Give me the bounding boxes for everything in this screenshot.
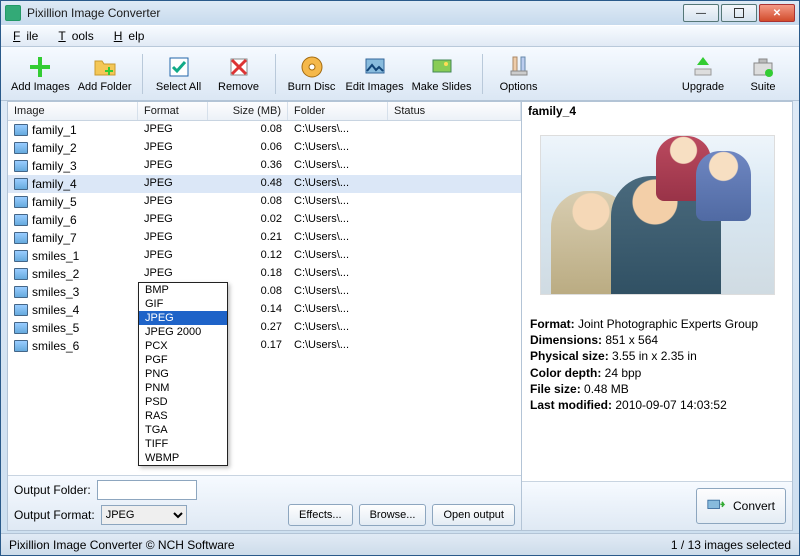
- upgrade-button[interactable]: Upgrade: [673, 50, 733, 98]
- remove-icon: [227, 55, 251, 79]
- make-slides-button[interactable]: Make Slides: [408, 50, 476, 98]
- minimize-button[interactable]: [683, 4, 719, 22]
- preview-info: Format: Joint Photographic Experts Group…: [522, 310, 792, 417]
- format-option[interactable]: TIFF: [139, 437, 227, 451]
- thumb-icon: [14, 232, 28, 244]
- output-folder-label: Output Folder:: [14, 483, 91, 497]
- table-row[interactable]: family_3JPEG0.36C:\Users\...: [8, 157, 521, 175]
- format-option[interactable]: PNM: [139, 381, 227, 395]
- table-row[interactable]: smiles_40.14C:\Users\...: [8, 301, 521, 319]
- col-status[interactable]: Status: [388, 102, 521, 120]
- preview-image: [522, 120, 792, 310]
- table-row[interactable]: family_5JPEG0.08C:\Users\...: [8, 193, 521, 211]
- format-option[interactable]: JPEG 2000: [139, 325, 227, 339]
- format-option[interactable]: PGF: [139, 353, 227, 367]
- format-dropdown-list[interactable]: BMPGIFJPEGJPEG 2000PCXPGFPNGPNMPSDRASTGA…: [138, 282, 228, 466]
- thumb-icon: [14, 214, 28, 226]
- format-option[interactable]: BMP: [139, 283, 227, 297]
- titlebar[interactable]: Pixillion Image Converter: [1, 1, 799, 25]
- output-format-select[interactable]: JPEG: [101, 505, 187, 525]
- thumb-icon: [14, 178, 28, 190]
- table-row[interactable]: smiles_60.17C:\Users\...: [8, 337, 521, 355]
- file-list-pane: Image Format Size (MB) Folder Status fam…: [8, 102, 522, 530]
- thumb-icon: [14, 160, 28, 172]
- plus-icon: [28, 55, 52, 79]
- window: Pixillion Image Converter File Tools Hel…: [0, 0, 800, 556]
- output-controls: Output Folder: Output Format: JPEG Effec…: [8, 475, 521, 530]
- format-option[interactable]: PCX: [139, 339, 227, 353]
- thumb-icon: [14, 268, 28, 280]
- disc-icon: [300, 55, 324, 79]
- format-option[interactable]: WBMP: [139, 451, 227, 465]
- table-row[interactable]: smiles_3JPEG0.08C:\Users\...: [8, 283, 521, 301]
- statusbar: Pixillion Image Converter © NCH Software…: [1, 533, 799, 555]
- thumb-icon: [14, 322, 28, 334]
- edit-icon: [363, 55, 387, 79]
- column-headers[interactable]: Image Format Size (MB) Folder Status: [8, 102, 521, 121]
- status-left: Pixillion Image Converter © NCH Software: [9, 538, 235, 552]
- col-folder[interactable]: Folder: [288, 102, 388, 120]
- suite-icon: [751, 55, 775, 79]
- file-list[interactable]: family_1JPEG0.08C:\Users\...family_2JPEG…: [8, 121, 521, 475]
- main-area: Image Format Size (MB) Folder Status fam…: [7, 101, 793, 531]
- table-row[interactable]: smiles_2JPEG0.18C:\Users\...: [8, 265, 521, 283]
- slides-icon: [430, 55, 454, 79]
- options-icon: [507, 55, 531, 79]
- format-option[interactable]: PNG: [139, 367, 227, 381]
- thumb-icon: [14, 124, 28, 136]
- app-icon: [5, 5, 21, 21]
- folder-plus-icon: [93, 55, 117, 79]
- table-row[interactable]: family_6JPEG0.02C:\Users\...: [8, 211, 521, 229]
- suite-button[interactable]: Suite: [733, 50, 793, 98]
- col-size[interactable]: Size (MB): [208, 102, 288, 120]
- select-all-button[interactable]: Select All: [149, 50, 209, 98]
- upgrade-icon: [691, 55, 715, 79]
- table-row[interactable]: family_1JPEG0.08C:\Users\...: [8, 121, 521, 139]
- menu-help[interactable]: Help: [108, 27, 157, 45]
- preview-pane: family_4 Format: Joint Photographic Expe…: [522, 102, 792, 530]
- format-option[interactable]: TGA: [139, 423, 227, 437]
- table-row[interactable]: smiles_50.27C:\Users\...: [8, 319, 521, 337]
- window-title: Pixillion Image Converter: [27, 6, 683, 20]
- burn-disc-button[interactable]: Burn Disc: [282, 50, 342, 98]
- table-row[interactable]: family_7JPEG0.21C:\Users\...: [8, 229, 521, 247]
- menu-tools[interactable]: Tools: [52, 27, 105, 45]
- select-all-icon: [167, 55, 191, 79]
- thumb-icon: [14, 304, 28, 316]
- table-row[interactable]: smiles_1JPEG0.12C:\Users\...: [8, 247, 521, 265]
- effects-button[interactable]: Effects...: [288, 504, 353, 526]
- table-row[interactable]: family_4JPEG0.48C:\Users\...: [8, 175, 521, 193]
- menubar: File Tools Help: [1, 25, 799, 47]
- thumb-icon: [14, 340, 28, 352]
- table-row[interactable]: family_2JPEG0.06C:\Users\...: [8, 139, 521, 157]
- format-option[interactable]: GIF: [139, 297, 227, 311]
- edit-images-button[interactable]: Edit Images: [342, 50, 408, 98]
- add-folder-button[interactable]: Add Folder: [74, 50, 136, 98]
- format-option[interactable]: PSD: [139, 395, 227, 409]
- remove-button[interactable]: Remove: [209, 50, 269, 98]
- status-right: 1 / 13 images selected: [671, 538, 791, 552]
- browse-button[interactable]: Browse...: [359, 504, 427, 526]
- thumb-icon: [14, 286, 28, 298]
- maximize-button[interactable]: [721, 4, 757, 22]
- options-button[interactable]: Options: [489, 50, 549, 98]
- thumb-icon: [14, 142, 28, 154]
- thumb-icon: [14, 196, 28, 208]
- open-output-button[interactable]: Open output: [432, 504, 515, 526]
- add-images-button[interactable]: Add Images: [7, 50, 74, 98]
- menu-file[interactable]: File: [7, 27, 50, 45]
- toolbar: Add Images Add Folder Select All Remove …: [1, 47, 799, 101]
- convert-icon: [707, 497, 727, 515]
- format-option[interactable]: RAS: [139, 409, 227, 423]
- close-button[interactable]: [759, 4, 795, 22]
- col-format[interactable]: Format: [138, 102, 208, 120]
- output-format-label: Output Format:: [14, 508, 95, 522]
- col-image[interactable]: Image: [8, 102, 138, 120]
- convert-button[interactable]: Convert: [696, 488, 786, 524]
- output-folder-field[interactable]: [97, 480, 197, 500]
- format-option[interactable]: JPEG: [139, 311, 227, 325]
- preview-title: family_4: [522, 102, 792, 120]
- thumb-icon: [14, 250, 28, 262]
